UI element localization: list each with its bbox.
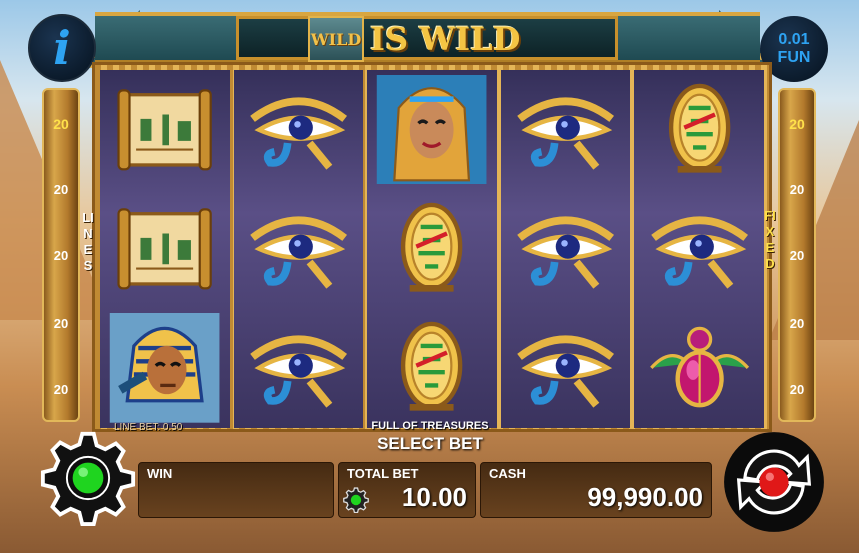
info-button[interactable]: i (28, 14, 96, 82)
reel-5 (634, 70, 764, 428)
cartouche-icon (634, 70, 764, 189)
game-name: FULL OF TREASURES (371, 420, 489, 432)
game-title: IS WILD (370, 20, 521, 58)
reel-1 (100, 70, 230, 428)
eye-of-horus-icon (234, 189, 364, 308)
reel-2 (233, 70, 364, 428)
lines-panel-right: 20 20 20 20 20 (778, 88, 816, 422)
total-bet-value: 10.00 (401, 482, 467, 512)
reel-3 (367, 70, 497, 428)
cash-value: 99,990.00 (587, 482, 703, 512)
scarab-icon (634, 308, 764, 427)
cartouche-icon (367, 308, 497, 427)
eye-of-horus-icon (501, 70, 631, 189)
lines-panel-left: 20 20 20 20 20 (42, 88, 80, 422)
select-bet-button[interactable]: SELECT BET (330, 434, 530, 454)
line-number: 20 (53, 382, 69, 397)
bet-gear-icon[interactable] (343, 487, 369, 513)
line-number: 20 (53, 116, 69, 132)
cash-label: CASH (489, 466, 526, 481)
eye-of-horus-icon (634, 189, 764, 308)
win-label: WIN (147, 466, 173, 481)
total-bet-label: TOTAL BET (347, 466, 419, 481)
cash-panel: CASH 99,990.00 (480, 462, 712, 518)
denomination-value: 0.01 (778, 31, 810, 48)
gear-icon (40, 431, 136, 526)
line-number: 20 (53, 316, 69, 331)
spin-button[interactable] (722, 430, 826, 534)
eye-of-horus-icon (234, 70, 364, 189)
wild-tile: WILD (308, 16, 364, 62)
total-bet-panel[interactable]: TOTAL BET 10.00 (338, 462, 476, 518)
eye-of-horus-icon (501, 308, 631, 427)
pharaoh-icon (100, 308, 230, 427)
settings-button[interactable] (40, 430, 136, 526)
scroll-icon (100, 70, 230, 189)
line-number: 20 (789, 248, 805, 263)
eye-of-horus-icon (234, 308, 364, 427)
spin-arrows-icon (724, 432, 824, 532)
win-panel: WIN (138, 462, 334, 518)
eye-of-horus-icon (501, 189, 631, 308)
reels-grid (100, 70, 764, 428)
lines-label: LINES (82, 210, 94, 273)
denomination-currency: FUN (777, 49, 811, 66)
cleopatra-icon (367, 70, 497, 189)
cartouche-icon (367, 189, 497, 308)
line-number: 20 (789, 382, 805, 397)
line-number: 20 (789, 116, 805, 132)
info-icon: i (53, 21, 71, 75)
line-number: 20 (789, 316, 805, 331)
line-number: 20 (53, 248, 69, 263)
fixed-label: FIXED (764, 208, 776, 271)
line-number: 20 (789, 182, 805, 197)
reel-4 (500, 70, 631, 428)
line-number: 20 (53, 182, 69, 197)
scroll-icon (100, 189, 230, 308)
